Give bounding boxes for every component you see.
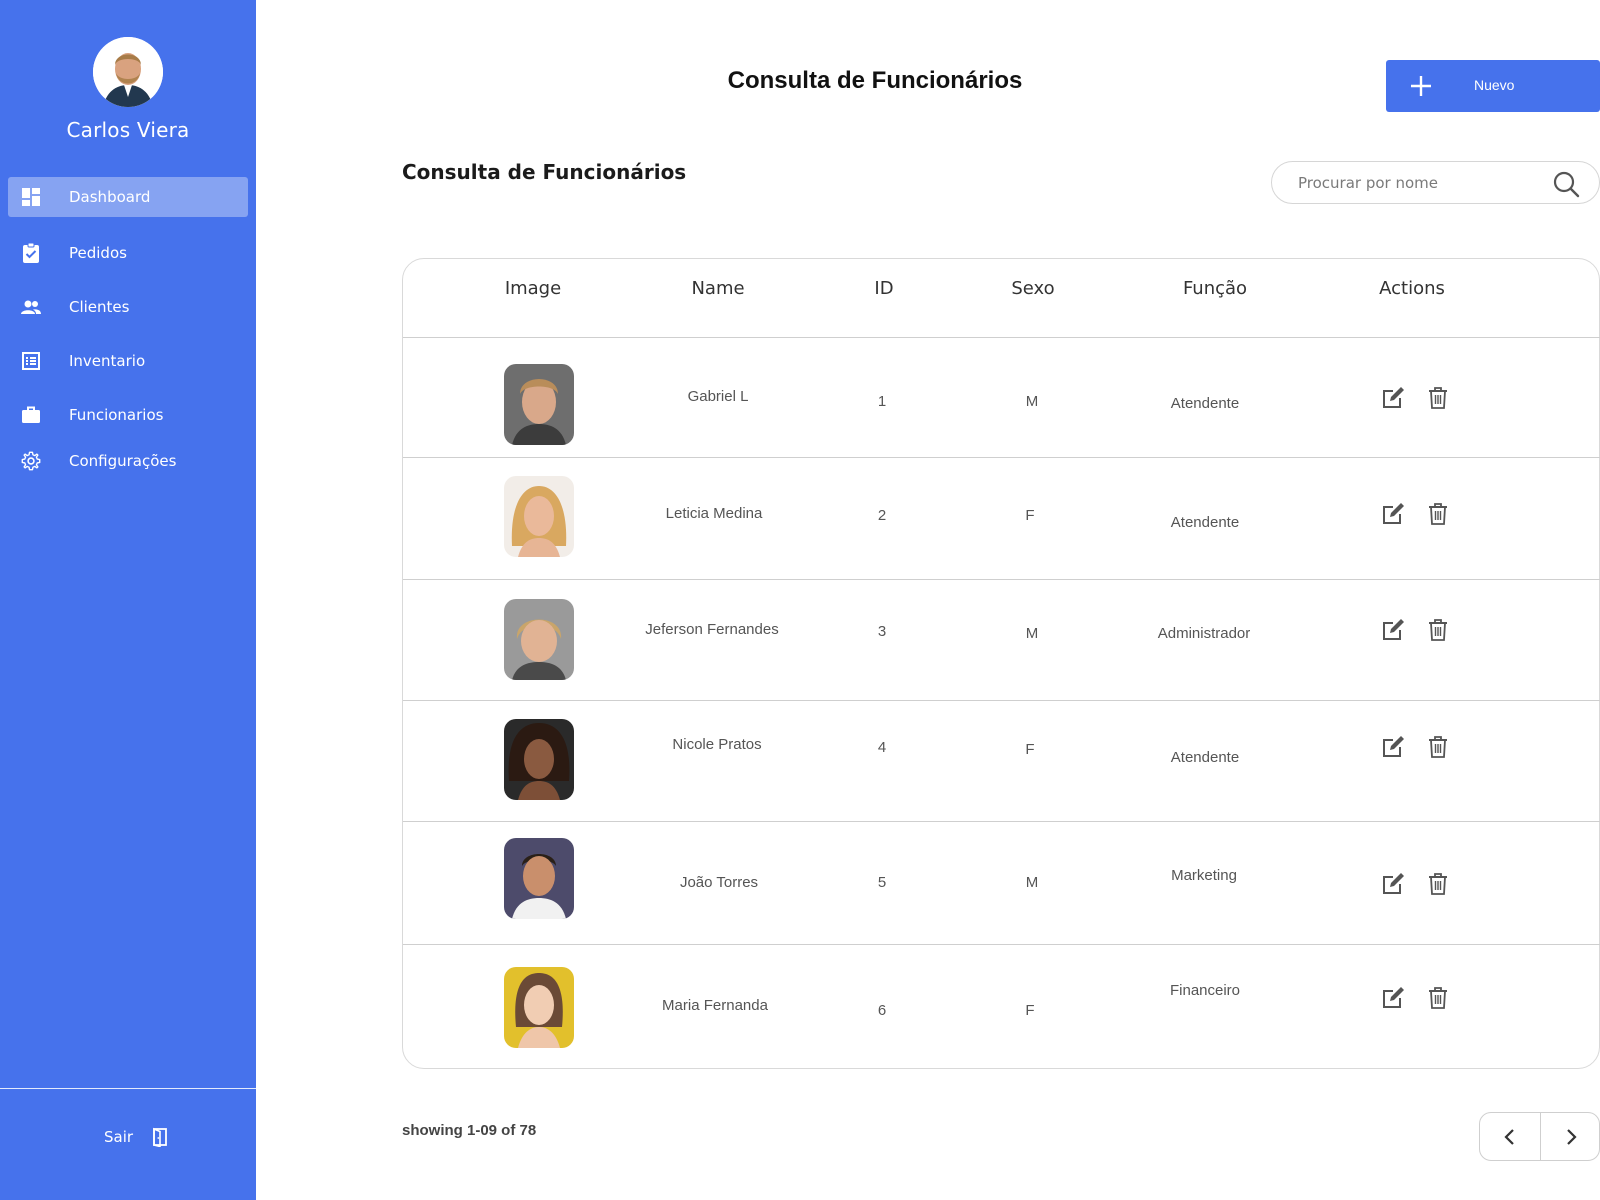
logout-button[interactable]: Sair xyxy=(104,1127,169,1147)
edit-icon[interactable] xyxy=(1380,734,1406,760)
employee-photo xyxy=(504,364,574,445)
sidebar-divider xyxy=(0,1088,256,1089)
edit-icon[interactable] xyxy=(1380,385,1406,411)
sidebar: Carlos Viera Dashboard Pedidos Clientes … xyxy=(0,0,256,1200)
employee-id: 1 xyxy=(877,393,887,410)
column-header-name: Name xyxy=(691,278,745,299)
avatar-image xyxy=(93,37,163,107)
chevron-left-icon[interactable] xyxy=(1497,1124,1523,1150)
employee-id: 3 xyxy=(877,623,887,640)
list-icon xyxy=(22,352,40,370)
sidebar-item-inventario[interactable]: Inventario xyxy=(8,341,248,381)
employee-photo xyxy=(504,599,574,680)
row-divider xyxy=(403,700,1600,701)
delete-icon[interactable] xyxy=(1425,617,1451,643)
page-title: Consulta de Funcionários xyxy=(727,67,1023,94)
new-employee-button[interactable]: Nuevo xyxy=(1386,60,1600,112)
employee-sexo: M xyxy=(1025,874,1039,891)
employee-name: Jeferson Fernandes xyxy=(645,621,779,638)
employee-photo xyxy=(504,967,574,1048)
column-header-id: ID xyxy=(874,278,894,299)
employee-id: 5 xyxy=(877,874,887,891)
header-divider xyxy=(403,337,1600,338)
employee-funcao: Administrador xyxy=(1157,625,1251,642)
sidebar-item-label: Funcionarios xyxy=(69,406,164,424)
dashboard-icon xyxy=(22,188,40,206)
pagination-divider xyxy=(1540,1113,1541,1160)
column-header-actions: Actions xyxy=(1379,278,1445,299)
employee-funcao: Marketing xyxy=(1171,867,1237,884)
employee-funcao: Atendente xyxy=(1170,514,1240,531)
new-button-label: Nuevo xyxy=(1474,77,1515,93)
clipboard-check-icon xyxy=(23,242,39,263)
people-icon xyxy=(21,300,41,314)
employee-id: 2 xyxy=(877,507,887,524)
sidebar-item-label: Dashboard xyxy=(69,188,151,206)
delete-icon[interactable] xyxy=(1425,871,1451,897)
employee-sexo: F xyxy=(1025,1002,1035,1019)
search-box xyxy=(1271,161,1600,204)
logout-label: Sair xyxy=(104,1128,134,1146)
employee-name: Maria Fernanda xyxy=(662,997,768,1014)
employee-photo xyxy=(504,476,574,557)
employee-id: 6 xyxy=(877,1002,887,1019)
edit-icon[interactable] xyxy=(1380,985,1406,1011)
pagination-summary: showing 1-09 of 78 xyxy=(402,1122,537,1139)
employee-sexo: F xyxy=(1025,507,1035,524)
delete-icon[interactable] xyxy=(1425,385,1451,411)
gear-icon xyxy=(21,451,41,471)
row-divider xyxy=(403,821,1600,822)
sidebar-item-label: Pedidos xyxy=(69,244,127,262)
sidebar-item-label: Inventario xyxy=(69,352,146,370)
user-name: Carlos Viera xyxy=(66,118,190,142)
plus-icon xyxy=(1411,76,1431,96)
employee-name: Gabriel L xyxy=(687,388,749,405)
chevron-right-icon[interactable] xyxy=(1558,1124,1584,1150)
edit-icon[interactable] xyxy=(1380,871,1406,897)
delete-icon[interactable] xyxy=(1425,734,1451,760)
search-icon[interactable] xyxy=(1552,170,1580,198)
search-input[interactable] xyxy=(1298,170,1538,196)
employee-sexo: M xyxy=(1025,393,1039,410)
sidebar-item-label: Clientes xyxy=(69,298,130,316)
employees-table xyxy=(402,258,1600,1069)
employee-id: 4 xyxy=(877,739,887,756)
column-header-funcao: Função xyxy=(1182,278,1248,299)
edit-icon[interactable] xyxy=(1380,617,1406,643)
briefcase-icon xyxy=(22,406,40,423)
sidebar-item-configuracoes[interactable]: Configurações xyxy=(8,441,248,481)
row-divider xyxy=(403,944,1600,945)
row-divider xyxy=(403,457,1600,458)
employee-funcao: Financeiro xyxy=(1169,982,1241,999)
employee-funcao: Atendente xyxy=(1170,395,1240,412)
row-divider xyxy=(403,579,1600,580)
employee-funcao: Atendente xyxy=(1170,749,1240,766)
delete-icon[interactable] xyxy=(1425,985,1451,1011)
employee-name: João Torres xyxy=(679,874,759,891)
sidebar-item-funcionarios[interactable]: Funcionarios xyxy=(8,395,248,435)
employee-photo xyxy=(504,838,574,919)
sidebar-item-label: Configurações xyxy=(69,452,177,470)
door-exit-icon xyxy=(153,1127,167,1147)
employee-sexo: F xyxy=(1025,741,1035,758)
sidebar-item-dashboard[interactable]: Dashboard xyxy=(8,177,248,217)
sidebar-item-pedidos[interactable]: Pedidos xyxy=(8,233,248,273)
pagination xyxy=(1479,1112,1600,1161)
sidebar-item-clientes[interactable]: Clientes xyxy=(8,287,248,327)
column-header-sexo: Sexo xyxy=(1011,278,1055,299)
employee-name: Nicole Pratos xyxy=(672,736,762,753)
edit-icon[interactable] xyxy=(1380,501,1406,527)
employee-photo xyxy=(504,719,574,800)
employee-name: Leticia Medina xyxy=(665,505,763,522)
avatar[interactable] xyxy=(93,37,163,107)
column-header-image: Image xyxy=(504,278,562,299)
delete-icon[interactable] xyxy=(1425,501,1451,527)
employee-sexo: M xyxy=(1025,625,1039,642)
section-title: Consulta de Funcionários xyxy=(402,160,687,184)
